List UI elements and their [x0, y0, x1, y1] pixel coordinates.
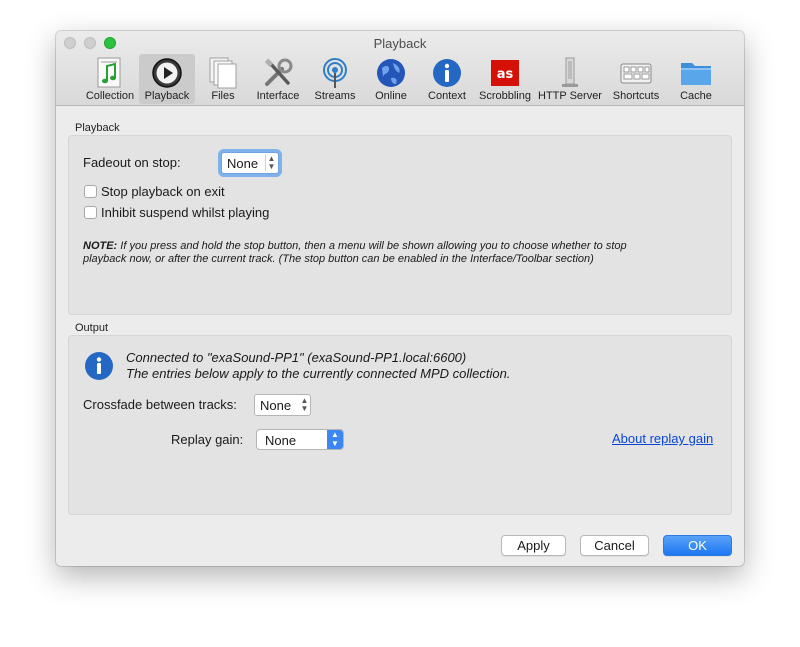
connection-info: Connected to "exaSound-PP1" (exaSound-PP… — [126, 350, 510, 382]
inhibit-suspend-checkbox[interactable] — [84, 206, 97, 219]
tab-online-label: Online — [375, 90, 407, 102]
info-icon — [84, 351, 114, 381]
note-line-2: playback now, or after the current track… — [83, 253, 594, 265]
tab-interface[interactable]: Interface — [250, 54, 306, 104]
tab-scrobbling-label: Scrobbling — [479, 90, 531, 102]
ok-button[interactable]: OK — [663, 535, 732, 556]
tab-shortcuts-label: Shortcuts — [612, 90, 660, 102]
scrobbling-icon: as — [488, 56, 522, 90]
tab-files[interactable]: Files — [197, 54, 249, 104]
output-section-title: Output — [75, 322, 109, 334]
crossfade-value: None — [260, 398, 292, 413]
chevron-up-down-icon: ▲ ▼ — [327, 430, 343, 449]
interface-icon — [261, 56, 295, 90]
cache-icon — [679, 56, 713, 90]
collection-icon — [93, 56, 127, 90]
tab-collection-label: Collection — [85, 90, 135, 102]
tab-collection[interactable]: Collection — [82, 54, 138, 104]
cancel-button[interactable]: Cancel — [580, 535, 649, 556]
connection-info-line-2: The entries below apply to the currently… — [126, 366, 511, 381]
tab-http-server-label: HTTP Server — [538, 90, 602, 102]
title-bar: Playback Collection Playback Files Inter… — [56, 31, 744, 106]
tab-online[interactable]: Online — [364, 54, 418, 104]
preferences-window: Playback Collection Playback Files Inter… — [56, 31, 744, 566]
fadeout-stepper[interactable]: None ▲ ▼ — [221, 152, 279, 174]
crossfade-label: Crossfade between tracks: — [83, 397, 237, 412]
tab-files-label: Files — [211, 90, 235, 102]
playback-note: NOTE: If you press and hold the stop but… — [83, 240, 723, 266]
connection-info-line-1: Connected to "exaSound-PP1" (exaSound-PP… — [126, 350, 467, 365]
tab-streams-label: Streams — [314, 90, 356, 102]
fadeout-value: None — [227, 156, 259, 171]
tab-shortcuts[interactable]: Shortcuts — [606, 54, 666, 104]
tab-interface-label: Interface — [256, 90, 300, 102]
playback-icon — [150, 56, 184, 90]
playback-group: Fadeout on stop: None ▲ ▼ Stop playback o… — [68, 135, 732, 315]
tab-scrobbling[interactable]: as Scrobbling — [476, 54, 534, 104]
tab-playback-label: Playback — [144, 90, 190, 102]
http-server-icon — [553, 56, 587, 90]
tab-context[interactable]: Context — [420, 54, 474, 104]
note-line-1: If you press and hold the stop button, t… — [117, 240, 627, 252]
apply-button[interactable]: Apply — [501, 535, 566, 556]
stepper-arrows-icon[interactable]: ▲ ▼ — [265, 155, 277, 171]
inhibit-suspend-label: Inhibit suspend whilst playing — [101, 205, 270, 220]
stop-on-exit-checkbox[interactable] — [84, 185, 97, 198]
tab-context-label: Context — [428, 90, 466, 102]
output-group: Connected to "exaSound-PP1" (exaSound-PP… — [68, 335, 732, 515]
fadeout-label: Fadeout on stop: — [83, 155, 181, 170]
streams-icon — [318, 56, 352, 90]
playback-section-title: Playback — [75, 122, 120, 134]
tab-playback[interactable]: Playback — [139, 54, 195, 104]
context-icon — [430, 56, 464, 90]
tab-streams[interactable]: Streams — [308, 54, 362, 104]
tab-cache-label: Cache — [680, 90, 712, 102]
tab-http-server[interactable]: HTTP Server — [538, 54, 602, 104]
note-bold: NOTE: — [83, 240, 118, 252]
replay-gain-select[interactable]: None ▲ ▼ — [256, 429, 344, 450]
replay-gain-label: Replay gain: — [171, 432, 244, 447]
about-replay-gain-link[interactable]: About replay gain — [612, 431, 713, 446]
stop-on-exit-label: Stop playback on exit — [101, 184, 225, 199]
crossfade-stepper[interactable]: None ▲ ▼ — [254, 394, 311, 416]
tab-cache[interactable]: Cache — [668, 54, 724, 104]
shortcuts-icon — [619, 56, 653, 90]
stepper-arrows-icon[interactable]: ▲ ▼ — [299, 397, 310, 413]
online-icon — [374, 56, 408, 90]
window-title: Playback — [373, 36, 427, 51]
svg-text:as: as — [497, 67, 514, 82]
files-icon — [206, 56, 240, 90]
replay-gain-value: None — [265, 433, 297, 448]
